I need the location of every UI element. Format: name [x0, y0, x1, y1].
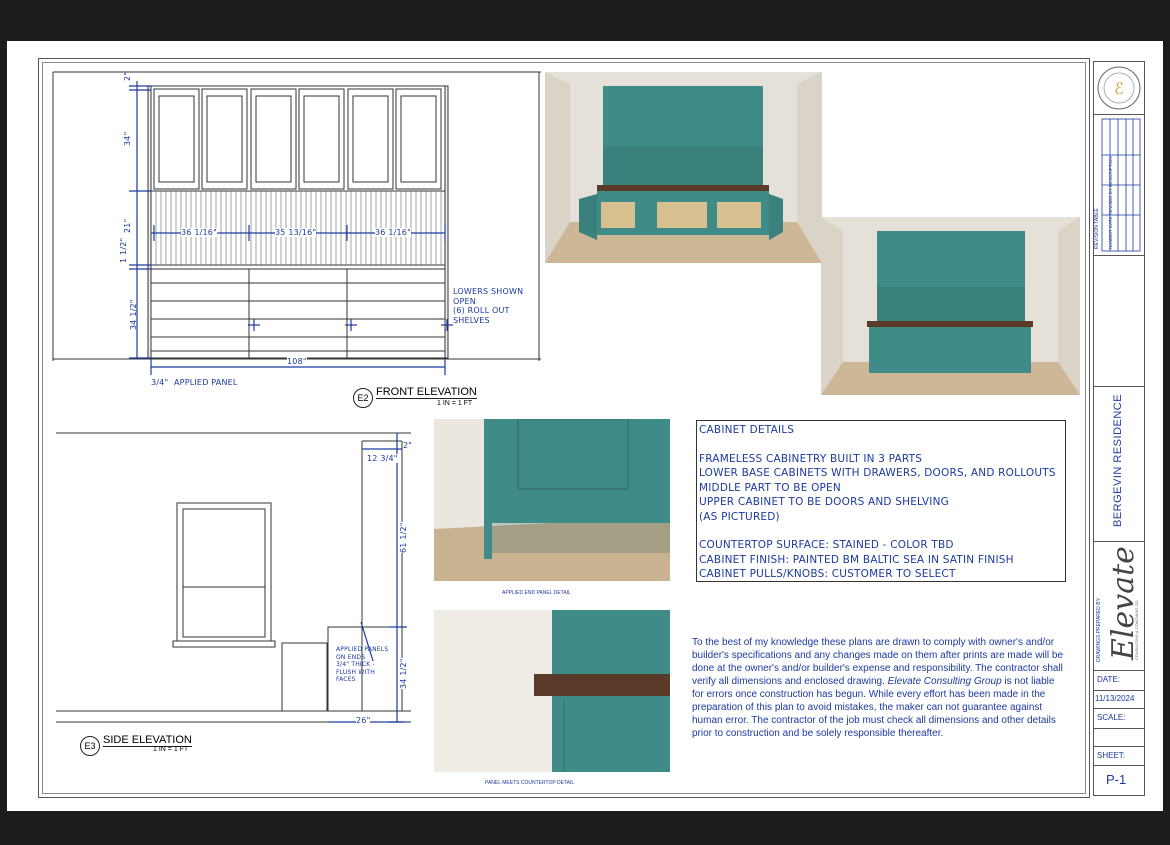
end-panel-detail-photo [434, 419, 670, 581]
company-logo-sub: CONSULTING & COACHING CO. [1134, 599, 1139, 660]
scale-label-cell: SCALE: [1094, 709, 1144, 729]
cabinet-details-box: CABINET DETAILS FRAMELESS CABINETRY BUIL… [696, 420, 1066, 582]
side-elevation-scale: 1 IN = 1 FT [153, 746, 189, 753]
detail-line: FRAMELESS CABINETRY BUILT IN 3 PARTS [699, 452, 923, 465]
render-closed [821, 217, 1080, 395]
side-elevation-code: E3 [80, 736, 100, 756]
date-cell: 11/13/2024 [1094, 691, 1144, 709]
detail-line: (AS PICTURED) [699, 510, 780, 523]
date-value: 11/13/2024 [1095, 694, 1135, 703]
front-elevation-title: FRONT ELEVATION [376, 386, 477, 399]
svg-text:ℰ: ℰ [1114, 79, 1124, 98]
applied-panel-label: APPLIED PANEL [174, 378, 238, 387]
front-elevation-code: E2 [353, 388, 373, 408]
countertop-caption: PANEL MEETS COUNTERTOP DETAIL [485, 780, 575, 786]
dim-upper: 34" [123, 131, 132, 146]
company-name: Elevate Consulting Group [887, 676, 1002, 687]
render-lowers-open [545, 72, 822, 263]
sheet-label: SHEET: [1097, 751, 1126, 760]
sheet-number: P-1 [1106, 772, 1127, 787]
drawing-sheet: 2" 34" 21" 1 1/2" 34 1/2" 36 1/16" 35 13… [7, 41, 1163, 811]
dim-width-2: 35 13/16" [275, 228, 317, 237]
sheet-label-cell: SHEET: [1094, 747, 1144, 766]
end-panel-caption: APPLIED END PANEL DETAIL [502, 590, 571, 596]
detail-line: LOWER BASE CABINETS WITH DRAWERS, DOORS,… [699, 467, 1056, 479]
detail-line: CABINET PULLS/KNOBS: CUSTOMER TO SELECT [699, 568, 956, 580]
scale-label: SCALE: [1097, 713, 1126, 722]
front-elevation-scale: 1 IN = 1 FT [437, 400, 473, 407]
project-cell: BERGEVIN RESIDENCE [1094, 387, 1144, 542]
countertop-detail-photo [434, 610, 670, 772]
date-label-cell: DATE: [1094, 671, 1144, 691]
scale-cell [1094, 729, 1144, 747]
side-dim-upper: 61 1/2" [399, 522, 408, 553]
company-seal: ℰ [1097, 66, 1141, 110]
sheet-number-cell: P-1 [1094, 766, 1144, 794]
detail-line: MIDDLE PART TO BE OPEN [699, 481, 841, 494]
seal-cell: ℰ [1094, 62, 1144, 115]
detail-line: UPPER CABINET TO BE DOORS AND SHELVING [699, 496, 949, 508]
blank-cell [1094, 256, 1144, 387]
dim-top: 2" [123, 71, 132, 81]
cabinet-details-title: CABINET DETAILS [699, 424, 795, 436]
dim-total: 108" [287, 357, 307, 366]
detail-line: COUNTERTOP SURFACE: STAINED - COLOR TBD [699, 539, 954, 551]
dim-width-3: 36 1/16" [375, 228, 411, 237]
dim-gap: 1 1/2" [119, 237, 128, 263]
side-elevation-drawing [56, 432, 411, 723]
revision-headers: NUMBER DATE REVISED BY DESCRIPTION [1108, 156, 1113, 249]
side-dim-top: 2" [403, 441, 413, 450]
dim-lower: 34 1/2" [129, 299, 138, 330]
date-label: DATE: [1097, 675, 1120, 684]
disclaimer-text: To the best of my knowledge these plans … [692, 637, 1064, 739]
detail-line: CABINET FINISH: PAINTED BM BALTIC SEA IN… [699, 553, 1014, 566]
title-block: ℰ REVISION TABLE NUMBER DATE REVISED BY … [1093, 61, 1145, 796]
side-dim-depth: 26" [356, 716, 371, 725]
project-name: BERGEVIN RESIDENCE [1112, 393, 1124, 527]
revision-table: REVISION TABLE NUMBER DATE REVISED BY DE… [1094, 115, 1144, 256]
dim-width-1: 36 1/16" [181, 228, 217, 237]
dim-middle: 21" [123, 218, 132, 233]
prepared-by-label: DRAWINGS PREPARED BY: [1096, 596, 1102, 662]
applied-panels-note: APPLIED PANELS ON ENDS 3/4" THICK - FLUSH W… [336, 646, 389, 683]
revision-table-label: REVISION TABLE [1094, 208, 1100, 249]
side-dim-depth-top: 12 3/4" [367, 454, 398, 463]
lowers-note: LOWERS SHOWN OPEN (6) ROLL OUT SHELVES [453, 287, 524, 325]
prepared-by-cell: DRAWINGS PREPARED BY: Elevate CONSULTING… [1094, 542, 1144, 671]
dim-panel: 3/4" [151, 378, 169, 387]
side-dim-lower: 34 1/2" [399, 658, 408, 689]
